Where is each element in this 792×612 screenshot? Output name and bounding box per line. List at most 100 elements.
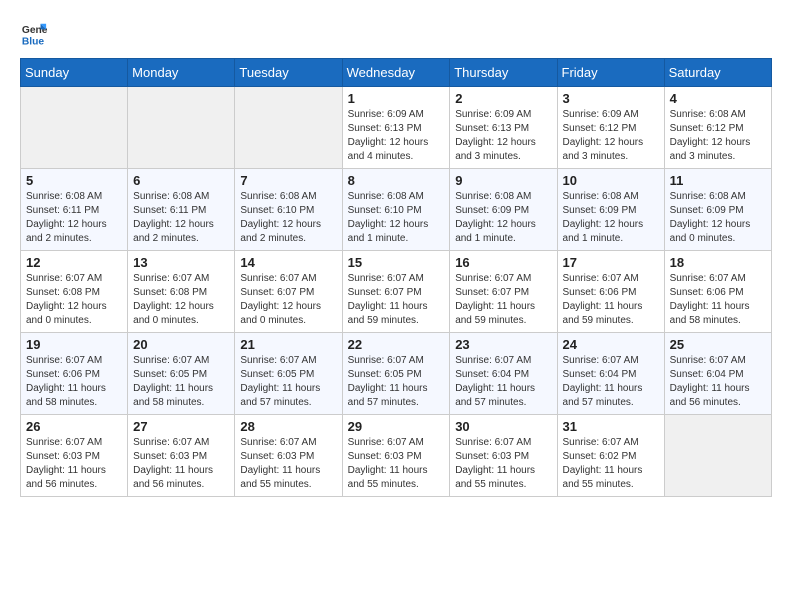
cell-details: Sunrise: 6:07 AM Sunset: 6:05 PM Dayligh… — [348, 354, 445, 410]
cell-details: Sunrise: 6:08 AM Sunset: 6:12 PM Dayligh… — [670, 108, 766, 164]
calendar-cell: 29 Sunrise: 6:07 AM Sunset: 6:03 PM Dayli… — [342, 415, 450, 497]
svg-text:Blue: Blue — [22, 36, 45, 47]
cell-details: Sunrise: 6:07 AM Sunset: 6:06 PM Dayligh… — [26, 354, 122, 410]
day-number: 5 — [26, 173, 122, 188]
calendar-cell — [664, 415, 771, 497]
cell-details: Sunrise: 6:07 AM Sunset: 6:03 PM Dayligh… — [455, 436, 551, 492]
calendar-cell: 15 Sunrise: 6:07 AM Sunset: 6:07 PM Dayli… — [342, 251, 450, 333]
day-number: 2 — [455, 91, 551, 106]
calendar-cell: 3Sunrise: 6:09 AM Sunset: 6:12 PM Daylig… — [557, 87, 664, 169]
calendar-cell: 20Sunrise: 6:07 AM Sunset: 6:05 PM Dayli… — [128, 333, 235, 415]
weekday-header: Sunday — [21, 59, 128, 87]
weekday-header: Friday — [557, 59, 664, 87]
calendar-cell: 2 Sunrise: 6:09 AM Sunset: 6:13 PM Daylig… — [450, 87, 557, 169]
cell-details: Sunrise: 6:07 AM Sunset: 6:04 PM Dayligh… — [670, 354, 766, 410]
cell-details: Sunrise: 6:07 AM Sunset: 6:03 PM Dayligh… — [26, 436, 122, 492]
calendar-cell: 13 Sunrise: 6:07 AM Sunset: 6:08 PM Dayli… — [128, 251, 235, 333]
calendar-cell: 25 Sunrise: 6:07 AM Sunset: 6:04 PM Dayli… — [664, 333, 771, 415]
logo: General Blue — [20, 20, 52, 48]
day-number: 26 — [26, 419, 122, 434]
day-number: 27 — [133, 419, 229, 434]
calendar-cell: 21 Sunrise: 6:07 AM Sunset: 6:05 PM Dayli… — [235, 333, 342, 415]
day-number: 31 — [563, 419, 659, 434]
calendar-week-row: 26 Sunrise: 6:07 AM Sunset: 6:03 PM Dayli… — [21, 415, 772, 497]
calendar-cell: 7 Sunrise: 6:08 AM Sunset: 6:10 PM Daylig… — [235, 169, 342, 251]
day-number: 19 — [26, 337, 122, 352]
day-number: 6 — [133, 173, 229, 188]
calendar-cell: 4 Sunrise: 6:08 AM Sunset: 6:12 PM Daylig… — [664, 87, 771, 169]
day-number: 15 — [348, 255, 445, 270]
cell-details: Sunrise: 6:07 AM Sunset: 6:07 PM Dayligh… — [455, 272, 551, 328]
cell-details: Sunrise: 6:07 AM Sunset: 6:08 PM Dayligh… — [26, 272, 122, 328]
calendar-cell: 22 Sunrise: 6:07 AM Sunset: 6:05 PM Dayli… — [342, 333, 450, 415]
cell-details: Sunrise: 6:07 AM Sunset: 6:04 PM Dayligh… — [455, 354, 551, 410]
day-number: 25 — [670, 337, 766, 352]
cell-details: Sunrise: 6:08 AM Sunset: 6:09 PM Dayligh… — [563, 190, 659, 246]
calendar-cell: 11 Sunrise: 6:08 AM Sunset: 6:09 PM Dayli… — [664, 169, 771, 251]
cell-details: Sunrise: 6:07 AM Sunset: 6:03 PM Dayligh… — [133, 436, 229, 492]
calendar-cell: 9 Sunrise: 6:08 AM Sunset: 6:09 PM Daylig… — [450, 169, 557, 251]
calendar-cell — [235, 87, 342, 169]
cell-details: Sunrise: 6:07 AM Sunset: 6:02 PM Dayligh… — [563, 436, 659, 492]
calendar-week-row: 5 Sunrise: 6:08 AM Sunset: 6:11 PM Daylig… — [21, 169, 772, 251]
cell-details: Sunrise: 6:07 AM Sunset: 6:05 PM Dayligh… — [133, 354, 229, 410]
day-number: 17 — [563, 255, 659, 270]
calendar-cell: 12Sunrise: 6:07 AM Sunset: 6:08 PM Dayli… — [21, 251, 128, 333]
calendar-cell: 5 Sunrise: 6:08 AM Sunset: 6:11 PM Daylig… — [21, 169, 128, 251]
day-number: 23 — [455, 337, 551, 352]
weekday-header: Tuesday — [235, 59, 342, 87]
calendar-cell: 23 Sunrise: 6:07 AM Sunset: 6:04 PM Dayli… — [450, 333, 557, 415]
day-number: 18 — [670, 255, 766, 270]
day-number: 7 — [240, 173, 336, 188]
day-number: 8 — [348, 173, 445, 188]
cell-details: Sunrise: 6:08 AM Sunset: 6:11 PM Dayligh… — [133, 190, 229, 246]
calendar-cell: 6 Sunrise: 6:08 AM Sunset: 6:11 PM Daylig… — [128, 169, 235, 251]
day-number: 4 — [670, 91, 766, 106]
calendar-cell: 31 Sunrise: 6:07 AM Sunset: 6:02 PM Dayli… — [557, 415, 664, 497]
calendar-cell: 26 Sunrise: 6:07 AM Sunset: 6:03 PM Dayli… — [21, 415, 128, 497]
logo-icon: General Blue — [20, 20, 48, 48]
calendar-cell: 17 Sunrise: 6:07 AM Sunset: 6:06 PM Dayli… — [557, 251, 664, 333]
calendar-cell: 8 Sunrise: 6:08 AM Sunset: 6:10 PM Daylig… — [342, 169, 450, 251]
day-number: 1 — [348, 91, 445, 106]
cell-details: Sunrise: 6:07 AM Sunset: 6:05 PM Dayligh… — [240, 354, 336, 410]
calendar-cell: 16Sunrise: 6:07 AM Sunset: 6:07 PM Dayli… — [450, 251, 557, 333]
cell-details: Sunrise: 6:07 AM Sunset: 6:03 PM Dayligh… — [240, 436, 336, 492]
cell-details: Sunrise: 6:07 AM Sunset: 6:07 PM Dayligh… — [348, 272, 445, 328]
day-number: 13 — [133, 255, 229, 270]
cell-details: Sunrise: 6:07 AM Sunset: 6:06 PM Dayligh… — [670, 272, 766, 328]
cell-details: Sunrise: 6:08 AM Sunset: 6:10 PM Dayligh… — [348, 190, 445, 246]
calendar-cell — [128, 87, 235, 169]
day-number: 9 — [455, 173, 551, 188]
cell-details: Sunrise: 6:07 AM Sunset: 6:03 PM Dayligh… — [348, 436, 445, 492]
day-number: 24 — [563, 337, 659, 352]
day-number: 30 — [455, 419, 551, 434]
page-header: General Blue — [20, 20, 772, 48]
weekday-header: Saturday — [664, 59, 771, 87]
cell-details: Sunrise: 6:08 AM Sunset: 6:11 PM Dayligh… — [26, 190, 122, 246]
cell-details: Sunrise: 6:07 AM Sunset: 6:07 PM Dayligh… — [240, 272, 336, 328]
cell-details: Sunrise: 6:08 AM Sunset: 6:10 PM Dayligh… — [240, 190, 336, 246]
cell-details: Sunrise: 6:08 AM Sunset: 6:09 PM Dayligh… — [455, 190, 551, 246]
calendar-cell — [21, 87, 128, 169]
day-number: 22 — [348, 337, 445, 352]
day-number: 29 — [348, 419, 445, 434]
weekday-header: Monday — [128, 59, 235, 87]
cell-details: Sunrise: 6:07 AM Sunset: 6:04 PM Dayligh… — [563, 354, 659, 410]
calendar-cell: 30 Sunrise: 6:07 AM Sunset: 6:03 PM Dayli… — [450, 415, 557, 497]
calendar-cell: 24 Sunrise: 6:07 AM Sunset: 6:04 PM Dayli… — [557, 333, 664, 415]
cell-details: Sunrise: 6:07 AM Sunset: 6:06 PM Dayligh… — [563, 272, 659, 328]
calendar-cell: 1Sunrise: 6:09 AM Sunset: 6:13 PM Daylig… — [342, 87, 450, 169]
weekday-header: Thursday — [450, 59, 557, 87]
day-number: 21 — [240, 337, 336, 352]
weekday-header: Wednesday — [342, 59, 450, 87]
day-number: 14 — [240, 255, 336, 270]
cell-details: Sunrise: 6:07 AM Sunset: 6:08 PM Dayligh… — [133, 272, 229, 328]
cell-details: Sunrise: 6:09 AM Sunset: 6:13 PM Dayligh… — [455, 108, 551, 164]
calendar-cell: 18 Sunrise: 6:07 AM Sunset: 6:06 PM Dayli… — [664, 251, 771, 333]
calendar-cell: 10Sunrise: 6:08 AM Sunset: 6:09 PM Dayli… — [557, 169, 664, 251]
day-number: 11 — [670, 173, 766, 188]
cell-details: Sunrise: 6:08 AM Sunset: 6:09 PM Dayligh… — [670, 190, 766, 246]
calendar-week-row: 1 Sunrise: 6:09 AM Sunset: 6:13 PM Daylig… — [21, 87, 772, 169]
cell-details: Sunrise: 6:09 AM Sunset: 6:12 PM Dayligh… — [563, 108, 659, 164]
